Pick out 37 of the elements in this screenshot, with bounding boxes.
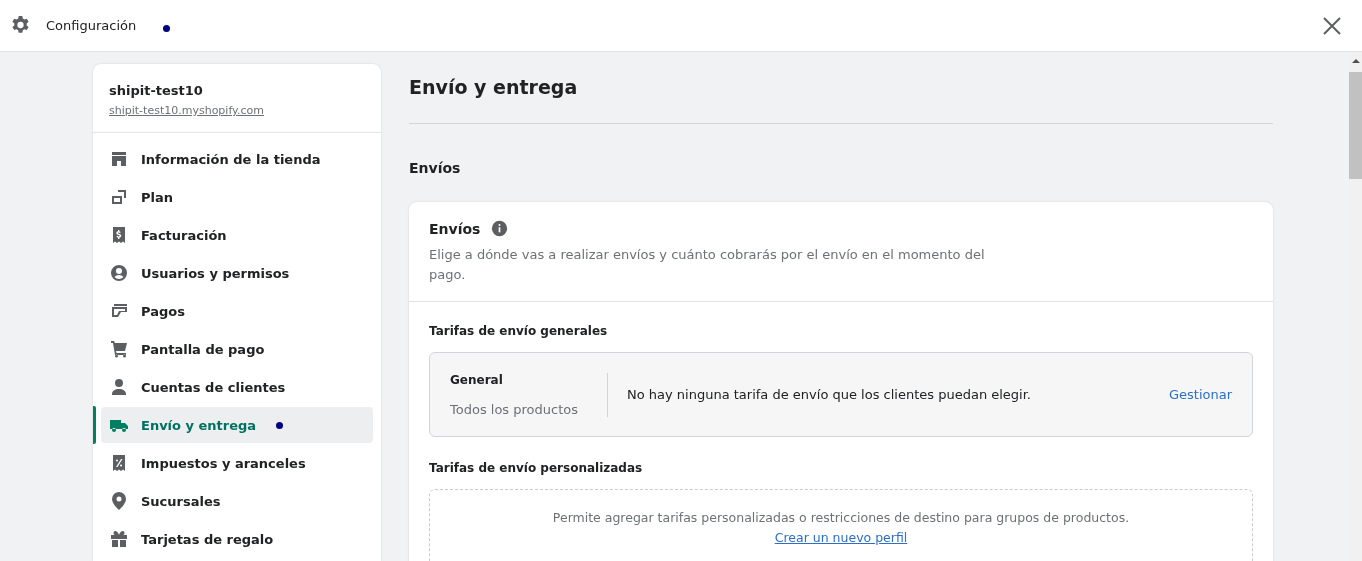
empty-message: Permite agregar tarifas personalizadas o restricciones de destino para grupos de productos. <box>552 510 1130 525</box>
info-icon[interactable] <box>491 220 509 237</box>
card-description: Elige a dónde vas a realizar envíos y cuánto cobrarás por el envío en el momento del pago. <box>429 246 986 284</box>
sidebar-item[interactable]: Tarjetas de regalo <box>101 521 373 557</box>
sidebar-item[interactable]: Información de la tienda <box>101 141 373 177</box>
scroll-up-icon[interactable] <box>1351 58 1360 63</box>
subsection-heading: Tarifas de envío generales <box>429 324 609 338</box>
cart-icon <box>109 339 129 359</box>
storefront-icon <box>109 149 129 169</box>
close-button[interactable] <box>1322 15 1342 36</box>
location-pin-icon <box>109 491 129 511</box>
settings-icon <box>10 15 31 36</box>
sidebar-item[interactable]: Impuestos y aranceles <box>101 445 373 481</box>
person-icon <box>109 377 129 397</box>
window-title: Configuración <box>46 18 137 33</box>
blocks-icon <box>109 187 129 207</box>
subsection-heading: Tarifas de envío personalizadas <box>429 461 644 475</box>
section-heading: Envíos <box>409 160 462 176</box>
create-profile-link[interactable]: Crear un nuevo perfil <box>774 530 908 545</box>
rate-message: No hay ninguna tarifa de envío que los clientes puedan elegir. <box>627 387 1032 402</box>
sidebar-item[interactable]: Pagos <box>101 293 373 329</box>
gift-icon <box>109 529 129 549</box>
store-name: shipit-test10 <box>109 83 204 98</box>
store-link[interactable]: shipit-test10.myshopify.com <box>109 104 264 117</box>
profile-scope: Todos los productos <box>450 401 579 417</box>
sidebar-item[interactable]: Plan <box>101 179 373 215</box>
manage-link[interactable]: Gestionar <box>1168 387 1232 402</box>
page-title: Envío y entrega <box>409 76 579 98</box>
sidebar-item[interactable]: Envío y entrega <box>101 407 373 443</box>
sidebar-item[interactable]: Sucursales <box>101 483 373 519</box>
card-title: Envíos <box>429 220 481 237</box>
sidebar-item[interactable]: Facturación <box>101 217 373 253</box>
profile-name: General <box>450 372 504 387</box>
scrollbar-thumb[interactable] <box>1349 72 1362 179</box>
sidebar-item[interactable]: Usuarios y permisos <box>101 255 373 291</box>
sidebar-item[interactable]: Pantalla de pago <box>101 331 373 367</box>
sidebar-item[interactable]: Cuentas de clientes <box>101 369 373 405</box>
